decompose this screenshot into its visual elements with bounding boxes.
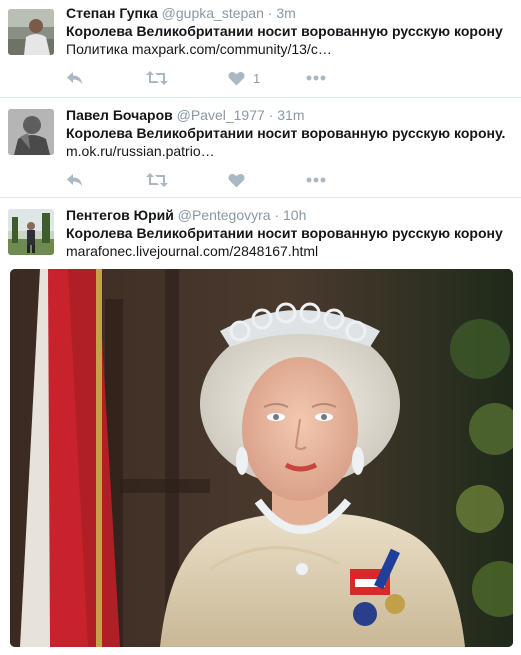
author-handle[interactable]: @Pavel_1977 [177, 107, 265, 123]
more-button[interactable] [306, 170, 326, 190]
heart-icon [228, 173, 245, 188]
more-icon [306, 177, 326, 183]
tweet-text: Королева Великобритании носит ворованную… [66, 225, 503, 241]
timestamp[interactable]: 3m [276, 5, 295, 21]
reply-button[interactable] [66, 170, 84, 190]
avatar[interactable] [8, 9, 54, 55]
retweet-icon [146, 172, 168, 188]
tweet-actions [66, 170, 366, 190]
more-button[interactable] [306, 68, 326, 88]
reply-button[interactable] [66, 68, 84, 88]
more-icon [306, 75, 326, 81]
reply-icon [66, 70, 84, 86]
like-count: 1 [253, 70, 261, 86]
tweet-media-image[interactable] [10, 269, 513, 647]
tweet-text: Королева Великобритании носит ворованную… [66, 125, 506, 141]
avatar[interactable] [8, 209, 54, 255]
author-name[interactable]: Павел Бочаров [66, 107, 173, 123]
avatar[interactable] [8, 109, 54, 155]
reply-icon [66, 172, 84, 188]
tweet-link-line: m.ok.ru/russian.patrio… [66, 142, 215, 160]
tweet-text: Королева Великобритании носит ворованную… [66, 23, 503, 39]
link-url[interactable]: marafonec.livejournal.com/2848167.html [66, 243, 318, 259]
link-url[interactable]: maxpark.com/community/13/c… [132, 41, 332, 57]
retweet-icon [146, 70, 168, 86]
like-button[interactable] [228, 170, 253, 190]
tweet[interactable]: Павел Бочаров @Pavel_1977 · 31m Королева… [0, 98, 521, 197]
timestamp[interactable]: 10h [283, 207, 306, 223]
timestamp[interactable]: 31m [277, 107, 304, 123]
retweet-button[interactable] [146, 170, 168, 190]
tweet-actions: 1 [66, 68, 366, 88]
separator: · [268, 107, 274, 123]
separator: · [274, 207, 280, 223]
author-name[interactable]: Пентегов Юрий [66, 207, 174, 223]
link-url[interactable]: m.ok.ru/russian.patrio… [66, 143, 215, 159]
author-handle[interactable]: @Pentegovyra [178, 207, 271, 223]
like-button[interactable]: 1 [228, 68, 260, 88]
link-prefix: Политика [66, 41, 128, 57]
heart-icon [228, 71, 245, 86]
tweet-link-line: marafonec.livejournal.com/2848167.html [66, 242, 318, 260]
retweet-button[interactable] [146, 68, 168, 88]
author-handle[interactable]: @gupka_stepan [162, 5, 264, 21]
tweet[interactable]: Степан Гупка @gupka_stepan · 3m Королева… [0, 0, 521, 97]
tweet-link-line: Политика maxpark.com/community/13/c… [66, 40, 332, 58]
separator: · [267, 5, 273, 21]
author-name[interactable]: Степан Гупка [66, 5, 158, 21]
portrait-illustration [10, 269, 513, 647]
